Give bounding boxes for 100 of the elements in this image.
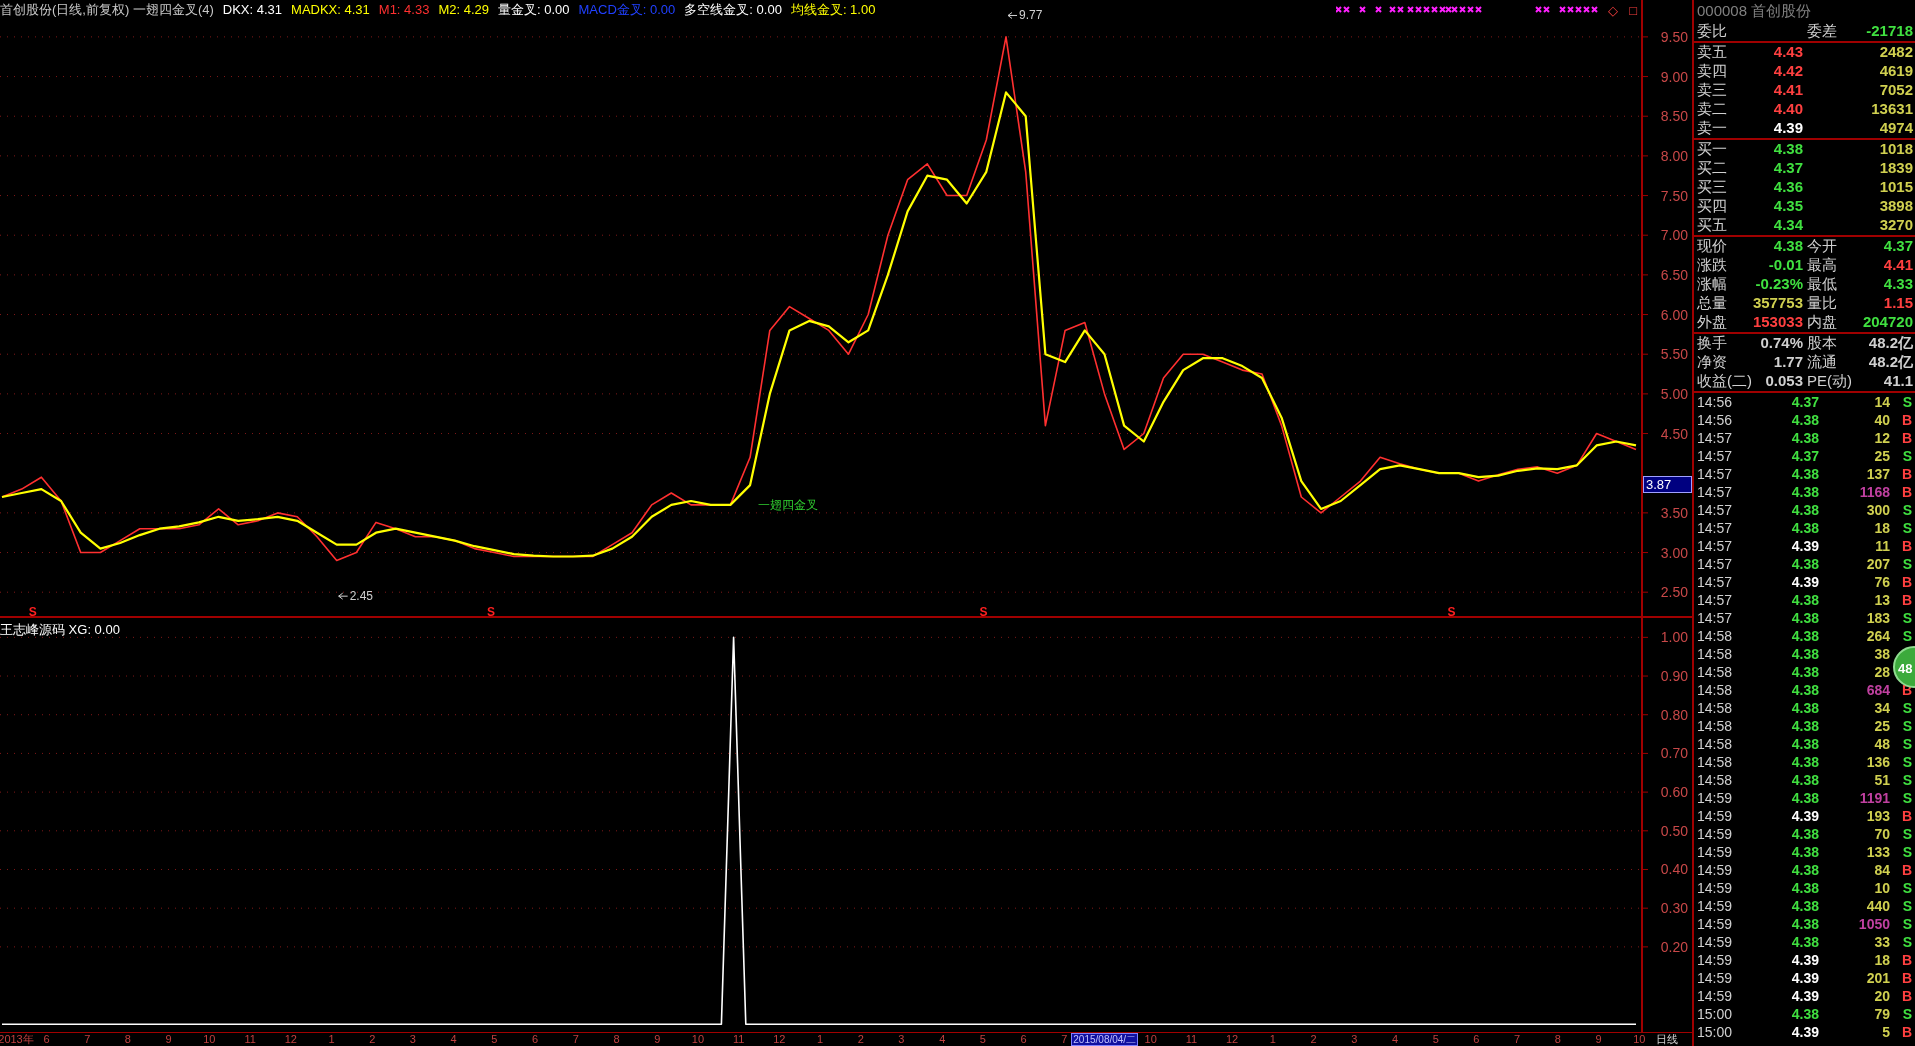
- tick-price: 4.38: [1790, 734, 1819, 754]
- order-price: 4.37: [1772, 158, 1803, 179]
- axis-label: 8.00: [1660, 147, 1688, 164]
- order-price: 4.38: [1772, 139, 1803, 160]
- tick-side: S: [1901, 1004, 1912, 1024]
- order-price: 4.34: [1772, 215, 1803, 236]
- order-label: 买一: [1697, 139, 1728, 160]
- axis-label: 8: [124, 1033, 131, 1046]
- axis-label: 5.00: [1660, 385, 1688, 402]
- tick-volume: 48: [1873, 734, 1890, 754]
- tick-time: 15:00: [1697, 1004, 1734, 1024]
- tick-price: 4.38: [1790, 608, 1819, 628]
- field-label: 今开: [1806, 236, 1838, 257]
- tick-side: B: [1900, 1022, 1912, 1042]
- tick-time: 14:57: [1697, 518, 1734, 538]
- tick-side: B: [1900, 410, 1912, 430]
- order-volume: 2482: [1878, 42, 1913, 63]
- tick-side: B: [1900, 986, 1912, 1006]
- tick-side: S: [1901, 518, 1912, 538]
- tick-time: 14:57: [1697, 554, 1734, 574]
- tick-side: S: [1901, 770, 1912, 790]
- tick-price: 4.38: [1790, 716, 1819, 736]
- tick-price: 4.39: [1790, 968, 1819, 988]
- tick-price: 4.38: [1790, 626, 1819, 646]
- tick-price: 4.38: [1790, 662, 1819, 682]
- tick-volume: 10: [1873, 878, 1890, 898]
- axis-label: 3.50: [1660, 504, 1688, 521]
- tick-side: B: [1900, 482, 1912, 502]
- price-cursor-label: 3.87: [1643, 475, 1692, 493]
- tick-price: 4.39: [1790, 986, 1819, 1006]
- field-label: 净资: [1697, 352, 1728, 373]
- axis-label: 6: [43, 1033, 50, 1046]
- tick-side: S: [1901, 914, 1912, 934]
- axis-label: 12: [773, 1033, 786, 1046]
- tick-volume: 1191: [1858, 788, 1890, 808]
- tick-time: 14:57: [1697, 500, 1734, 520]
- tick-volume: 136: [1865, 752, 1890, 772]
- axis-label: 10: [203, 1033, 216, 1046]
- field-label: 股本: [1806, 333, 1838, 354]
- axis-label: 3: [1351, 1033, 1358, 1046]
- tick-volume: 70: [1873, 824, 1890, 844]
- tick-side: B: [1900, 590, 1912, 610]
- field-label: 换手: [1697, 333, 1728, 354]
- indicator-readout: MACD金叉: 0.00: [578, 1, 676, 20]
- tick-side: S: [1901, 698, 1912, 718]
- field-value: 48.2亿: [1867, 352, 1913, 373]
- tick-price: 4.39: [1790, 536, 1819, 556]
- tick-volume: 25: [1873, 446, 1890, 466]
- axis-label: 7.00: [1660, 227, 1688, 244]
- field-value: 204720: [1861, 312, 1913, 333]
- sell-marker: S: [486, 605, 495, 616]
- order-price: 4.35: [1772, 196, 1803, 217]
- indicator-readout: 量金叉: 0.00: [498, 1, 570, 20]
- order-volume: 4974: [1878, 118, 1913, 139]
- axis-label: 8: [1554, 1033, 1561, 1046]
- axis-label: 6.00: [1660, 306, 1688, 323]
- tick-volume: 33: [1873, 932, 1890, 952]
- field-label: 流通: [1806, 352, 1838, 373]
- order-price: 4.40: [1772, 99, 1803, 120]
- tick-volume: 193: [1865, 806, 1890, 826]
- axis-label: 6: [531, 1033, 539, 1046]
- tick-time: 14:58: [1697, 662, 1734, 682]
- tick-time: 14:58: [1697, 716, 1734, 736]
- axis-label: 4.50: [1660, 425, 1688, 442]
- tick-volume: 34: [1873, 698, 1890, 718]
- order-label: 买三: [1697, 177, 1728, 198]
- field-value: 4.37: [1882, 236, 1913, 257]
- axis-label: 11: [244, 1033, 256, 1046]
- order-label: 买五: [1697, 215, 1728, 236]
- axis-label: 0.40: [1660, 861, 1688, 878]
- axis-label: 0.20: [1660, 938, 1688, 955]
- tick-time: 14:59: [1697, 950, 1734, 970]
- indicator-readout: MADKX: 4.31: [291, 1, 370, 20]
- axis-label: 0.70: [1660, 745, 1688, 762]
- axis-label: 9.50: [1660, 28, 1688, 45]
- axis-label: 9: [1595, 1033, 1602, 1046]
- tick-time: 14:57: [1697, 590, 1734, 610]
- indicator-readout: 均线金叉: 1.00: [790, 1, 876, 20]
- tick-price: 4.38: [1790, 500, 1819, 520]
- tick-price: 4.39: [1790, 950, 1819, 970]
- sell-marker: S: [979, 605, 988, 616]
- tick-price: 4.38: [1790, 842, 1819, 862]
- order-volume: 1018: [1878, 139, 1913, 160]
- tick-time: 14:59: [1697, 860, 1734, 880]
- order-price: 4.36: [1772, 177, 1803, 198]
- tick-price: 4.38: [1790, 788, 1819, 808]
- tick-volume: 300: [1865, 500, 1890, 520]
- tick-price: 4.39: [1790, 572, 1819, 592]
- tick-side: B: [1900, 806, 1912, 826]
- field-label: PE(动): [1806, 371, 1853, 392]
- axis-label: 7.50: [1660, 187, 1688, 204]
- sell-marker: S: [28, 605, 37, 616]
- tick-time: 14:57: [1697, 428, 1734, 448]
- indicator-readout: M2: 4.29: [438, 1, 489, 20]
- axis-label: 10: [1633, 1033, 1646, 1046]
- tick-price: 4.38: [1790, 1004, 1819, 1024]
- field-value: 0.74%: [1759, 333, 1803, 354]
- field-value: -21718: [1865, 21, 1913, 42]
- field-label: 总量: [1697, 293, 1728, 314]
- tick-volume: 38: [1873, 644, 1890, 664]
